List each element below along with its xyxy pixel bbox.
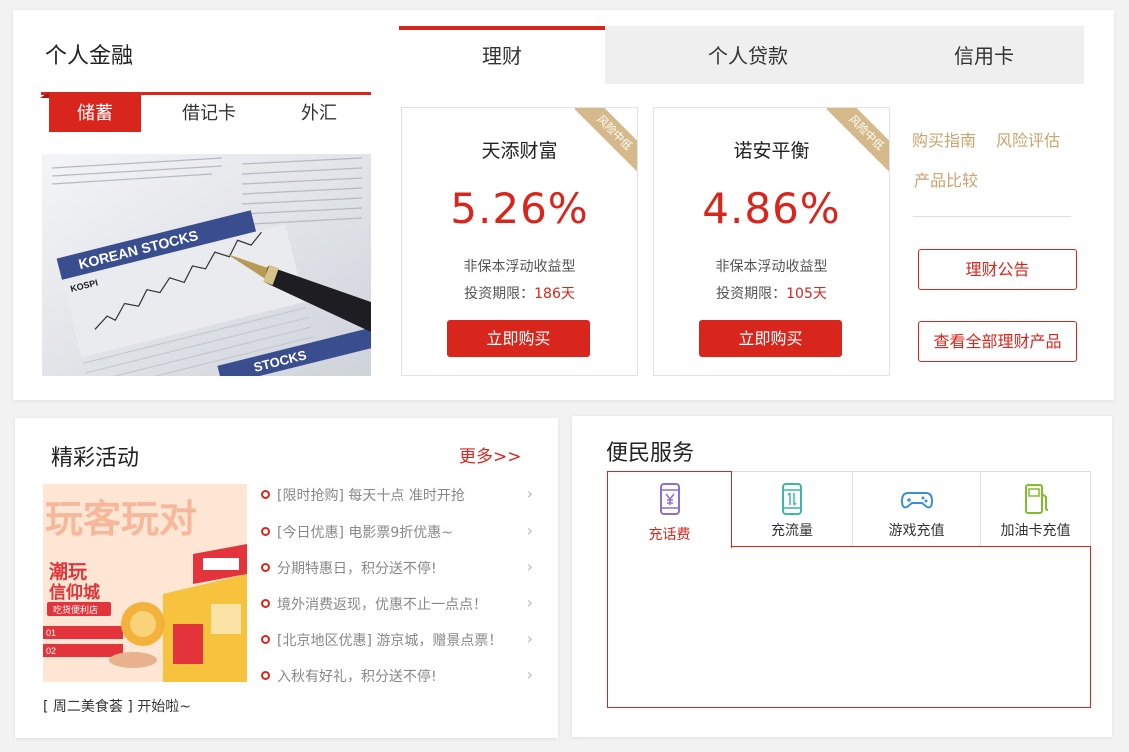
promo-caption[interactable]: [ 周二美食荟 ] 开始啦~ — [43, 696, 191, 716]
tab-fuel-card-recharge[interactable]: 加油卡充值 — [981, 471, 1091, 547]
buy-now-button[interactable]: 立即购买 — [447, 320, 590, 357]
product-card: 风险中低 天添财富 5.26% 非保本浮动收益型 投资期限：186天 立即购买 — [401, 107, 638, 376]
list-item[interactable]: [北京地区优惠] 游京城，赠景点票！ › — [261, 629, 533, 651]
tab-personal-loans[interactable]: 个人贷款 — [663, 26, 833, 84]
list-item-text: [北京地区优惠] 游京城，赠景点票！ — [277, 633, 503, 649]
product-category-tabs: 理财 个人贷款 信用卡 — [399, 26, 1084, 84]
term-label: 投资期限： — [716, 286, 787, 302]
list-item[interactable]: 入秋有好礼，积分送不停! › — [261, 665, 533, 687]
product-rate: 5.26% — [450, 184, 589, 233]
bullet-icon — [261, 599, 270, 608]
term-days: 186天 — [534, 286, 575, 302]
chevron-right-icon: › — [526, 665, 533, 684]
bullet-icon — [261, 563, 270, 572]
list-item-text: 境外消费返现，优惠不止一点点！ — [277, 597, 487, 613]
chevron-right-icon: › — [526, 593, 533, 612]
product-compare-link[interactable]: 产品比较 — [914, 167, 978, 191]
finance-subtabs: 储蓄 借记卡 外汇 — [40, 92, 371, 132]
buy-now-button[interactable]: 立即购买 — [699, 320, 842, 357]
term-label: 投资期限： — [464, 286, 535, 302]
term-days: 105天 — [786, 286, 827, 302]
chevron-right-icon: › — [526, 557, 533, 576]
gamepad-icon — [900, 492, 933, 509]
bullet-icon — [261, 490, 270, 499]
chevron-right-icon: › — [526, 629, 533, 648]
tab-savings[interactable]: 储蓄 — [40, 92, 141, 132]
list-item[interactable]: [今日优惠] 电影票9折优惠~ › — [261, 521, 533, 543]
product-card: 风险中低 诺安平衡 4.86% 非保本浮动收益型 投资期限：105天 立即购买 — [653, 107, 890, 376]
list-item[interactable]: [限时抢购] 每天十点 准时开抢 › — [261, 484, 533, 506]
chevron-right-icon: › — [526, 484, 533, 503]
tab-wealth-management[interactable]: 理财 — [399, 26, 605, 84]
promo-n2: 02 — [46, 646, 56, 656]
tab-label: 充流量 — [771, 523, 813, 539]
list-item-text: 分期特惠日，积分送不停! — [277, 561, 437, 577]
bullet-icon — [261, 671, 270, 680]
tab-data-recharge[interactable]: 充流量 — [732, 471, 853, 547]
product-type: 非保本浮动收益型 — [715, 259, 828, 275]
product-rate: 4.86% — [702, 184, 841, 233]
convenience-services-panel: 便民服务 充话费 充流量 游戏充值 加油卡充值 — [572, 416, 1112, 737]
list-item[interactable]: 分期特惠日，积分送不停! › — [261, 557, 533, 579]
product-name: 诺安平衡 — [733, 140, 810, 162]
tab-label: 加油卡充值 — [1000, 523, 1071, 539]
list-item-text: [限时抢购] 每天十点 准时开抢 — [277, 488, 465, 504]
list-item[interactable]: 境外消费返现，优惠不止一点点！ › — [261, 593, 533, 615]
wealth-announcement-button[interactable]: 理财公告 — [918, 249, 1077, 290]
services-content-area — [607, 546, 1091, 708]
more-link[interactable]: 更多>> — [459, 442, 522, 467]
activities-panel: 精彩活动 更多>> 玩客玩对 潮玩 信仰城 吃货便利店 01 02 [限时抢购]… — [15, 418, 558, 738]
chevron-right-icon: › — [526, 521, 533, 540]
fuel-pump-icon — [1024, 484, 1048, 514]
list-item-text: [今日优惠] 电影票9折优惠~ — [277, 525, 454, 541]
tab-phone-recharge[interactable]: 充话费 — [607, 471, 732, 548]
side-divider — [913, 216, 1071, 217]
services-title: 便民服务 — [606, 441, 695, 466]
phone-data-icon — [782, 483, 802, 515]
product-term: 投资期限：186天 — [402, 283, 637, 303]
bullet-icon — [261, 635, 270, 644]
product-term: 投资期限：105天 — [654, 283, 889, 303]
phone-yuan-icon — [659, 483, 680, 515]
tab-label: 充话费 — [648, 527, 691, 543]
promo-tag: 吃货便利店 — [53, 604, 98, 616]
product-type: 非保本浮动收益型 — [463, 259, 576, 275]
risk-assessment-link[interactable]: 风险评估 — [996, 127, 1060, 151]
list-item-text: 入秋有好礼，积分送不停! — [277, 669, 437, 685]
activities-title: 精彩活动 — [51, 446, 140, 471]
services-tabs: 充话费 充流量 游戏充值 加油卡充值 — [607, 471, 1091, 548]
product-name: 天添财富 — [481, 140, 558, 162]
personal-finance-panel: 个人金融 储蓄 借记卡 外汇 KOREAN STOCKS KOSPI STOCK… — [13, 10, 1114, 400]
promo-banner-image[interactable]: 玩客玩对 潮玩 信仰城 吃货便利店 01 02 — [43, 484, 247, 682]
promo-n1: 01 — [46, 628, 56, 638]
personal-finance-title: 个人金融 — [45, 44, 134, 69]
tab-credit-card[interactable]: 信用卡 — [899, 26, 1069, 84]
promo-sub-text-1: 潮玩 — [49, 561, 87, 583]
tab-label: 游戏充值 — [888, 523, 945, 539]
stocks-newspaper-image: KOREAN STOCKS KOSPI STOCKS — [42, 154, 371, 376]
tab-game-recharge[interactable]: 游戏充值 — [853, 471, 981, 547]
bullet-icon — [261, 527, 270, 536]
tab-forex[interactable]: 外汇 — [273, 95, 365, 132]
purchase-guide-link[interactable]: 购买指南 — [912, 127, 976, 151]
promo-sub-text-2: 信仰城 — [49, 582, 100, 603]
view-all-products-button[interactable]: 查看全部理财产品 — [918, 321, 1077, 362]
promo-main-text: 玩客玩对 — [45, 497, 197, 541]
tab-debit-card[interactable]: 借记卡 — [163, 95, 255, 132]
